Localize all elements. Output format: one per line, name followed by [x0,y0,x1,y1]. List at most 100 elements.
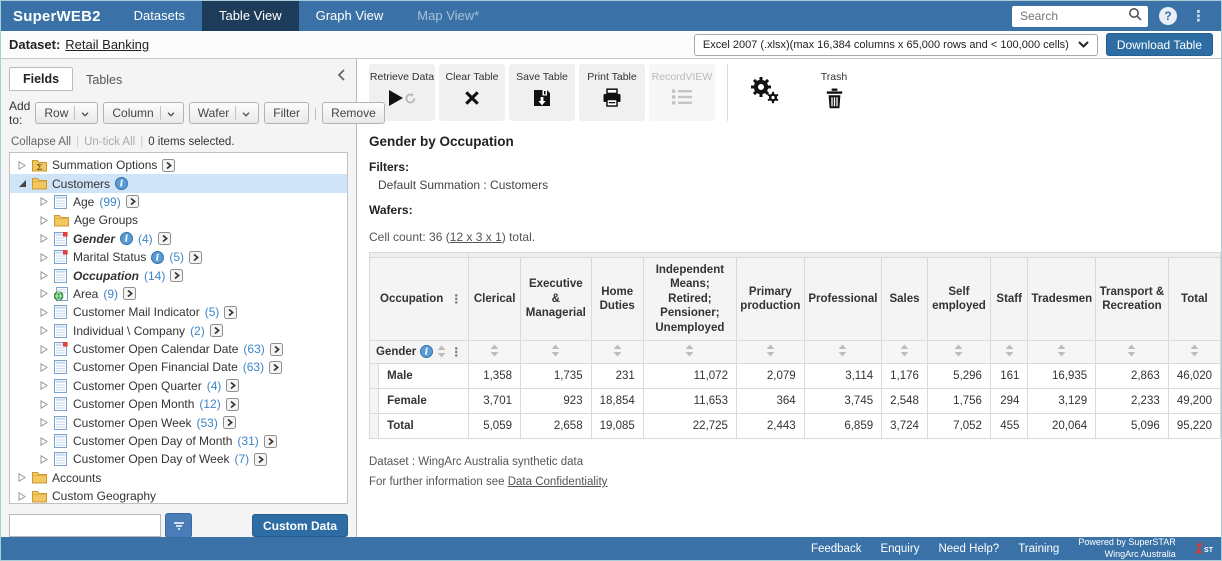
enquiry-link[interactable]: Enquiry [880,543,919,555]
tree-item-customer-open-financial-date[interactable]: Customer Open Financial Date(63) [10,358,347,376]
feedback-link[interactable]: Feedback [811,543,862,555]
add-to-row-button[interactable]: Row [35,102,98,124]
expand-node-icon[interactable] [39,437,49,446]
sort-control-tradesmen[interactable] [1028,340,1096,363]
add-to-filter-button[interactable]: Filter [264,102,309,124]
tree-item-individual-company[interactable]: Individual \ Company(2) [10,322,347,340]
open-field-icon[interactable] [162,159,175,172]
sort-control-sales[interactable] [882,340,928,363]
tree-item-customer-mail-indicator[interactable]: Customer Mail Indicator(5) [10,303,347,321]
expand-node-icon[interactable] [39,197,49,206]
info-icon[interactable]: i [115,177,128,190]
tab-table-view[interactable]: Table View [202,1,299,31]
open-field-icon[interactable] [158,232,171,245]
tree-item-age[interactable]: Age(99) [10,193,347,211]
expand-node-icon[interactable] [39,253,49,262]
download-table-button[interactable]: Download Table [1106,33,1213,56]
expand-node-icon[interactable] [17,161,27,170]
search-icon[interactable] [1128,7,1142,26]
open-field-icon[interactable] [270,343,283,356]
sidebar-collapse-icon[interactable] [337,68,345,86]
expand-node-icon[interactable] [39,381,49,390]
expand-node-icon[interactable] [39,289,49,298]
sort-control-independent-means-retired-pensioner-unemployed[interactable] [643,340,736,363]
expand-node-icon[interactable] [17,492,27,501]
row-menu-icon[interactable]: ⋮ [450,345,462,359]
overflow-menu-icon[interactable]: ⋮ [1188,7,1209,25]
column-menu-icon[interactable]: ⋮ [450,292,462,306]
sort-control-professional[interactable] [804,340,881,363]
info-icon[interactable]: i [420,345,433,358]
expand-node-icon[interactable] [39,271,49,280]
tree-item-summation-options[interactable]: ΣSummation Options [10,156,347,174]
expand-node-icon[interactable] [39,455,49,464]
sort-control-total[interactable] [1168,340,1220,363]
expand-node-icon[interactable] [39,326,49,335]
expand-node-icon[interactable] [39,234,49,243]
open-field-icon[interactable] [126,195,139,208]
open-field-icon[interactable] [226,379,239,392]
tree-item-customer-open-day-of-week[interactable]: Customer Open Day of Week(7) [10,450,347,468]
search-box[interactable] [1012,6,1148,27]
tree-item-customer-open-day-of-month[interactable]: Customer Open Day of Month(31) [10,432,347,450]
tree-item-customers[interactable]: Customersi [10,174,347,192]
untick-all-link[interactable]: Un-tick All [84,136,135,148]
expand-node-icon[interactable] [39,345,49,354]
sort-control-primary-production[interactable] [736,340,804,363]
open-field-icon[interactable] [210,324,223,337]
chevron-down-icon[interactable] [242,106,250,120]
info-icon[interactable]: i [120,232,133,245]
chevron-down-icon[interactable] [81,106,89,120]
add-to-wafer-button[interactable]: Wafer [189,102,260,124]
tree-item-accounts[interactable]: Accounts [10,469,347,487]
sort-control-transport-recreation[interactable] [1096,340,1169,363]
dataset-link[interactable]: Retail Banking [65,37,149,52]
need-help-link[interactable]: Need Help? [938,543,999,555]
collapse-all-link[interactable]: Collapse All [11,136,71,148]
add-to-column-button[interactable]: Column [103,102,183,124]
sort-control-home-duties[interactable] [591,340,643,363]
sort-control-staff[interactable] [990,340,1027,363]
clear-table-button[interactable]: Clear Table [439,64,505,121]
print-table-button[interactable]: Print Table [579,64,645,121]
tab-map-view[interactable]: Map View* [400,1,496,31]
tree-item-custom-geography[interactable]: Custom Geography [10,487,347,504]
export-format-select[interactable]: Excel 2007 (.xlsx)(max 16,384 columns x … [694,34,1098,56]
open-field-icon[interactable] [189,251,202,264]
sort-control-executive-managerial[interactable] [521,340,592,363]
sort-icon[interactable] [437,345,446,358]
sort-control-self-employed[interactable] [927,340,990,363]
expand-node-icon[interactable] [17,473,27,482]
tree-item-gender[interactable]: Genderi(4) [10,230,347,248]
open-field-icon[interactable] [123,287,136,300]
tree-item-customer-open-quarter[interactable]: Customer Open Quarter(4) [10,377,347,395]
save-table-button[interactable]: Save Table [509,64,575,121]
tree-item-area[interactable]: Area(9) [10,285,347,303]
sort-control-clerical[interactable] [469,340,521,363]
tree-item-marital-status[interactable]: Marital Statusi(5) [10,248,347,266]
info-icon[interactable]: i [151,251,164,264]
tree-item-customer-open-calendar-date[interactable]: Customer Open Calendar Date(63) [10,340,347,358]
collapse-node-icon[interactable] [17,179,27,188]
open-field-icon[interactable] [254,453,267,466]
open-field-icon[interactable] [224,306,237,319]
tree-filter-input[interactable] [9,514,161,537]
open-field-icon[interactable] [226,398,239,411]
expand-node-icon[interactable] [39,400,49,409]
tree-item-occupation[interactable]: Occupation(14) [10,266,347,284]
help-icon[interactable]: ? [1159,7,1177,25]
search-input[interactable] [1018,8,1128,24]
expand-node-icon[interactable] [39,308,49,317]
data-confidentiality-link[interactable]: Data Confidentiality [508,476,608,488]
expand-node-icon[interactable] [39,363,49,372]
table-options-button[interactable] [740,64,788,121]
training-link[interactable]: Training [1018,543,1059,555]
tab-tables[interactable]: Tables [73,69,135,91]
trash-button[interactable]: Trash [804,64,864,114]
open-field-icon[interactable] [223,416,236,429]
tree-item-age-groups[interactable]: Age Groups [10,211,347,229]
expand-node-icon[interactable] [39,418,49,427]
open-field-icon[interactable] [264,435,277,448]
open-field-icon[interactable] [170,269,183,282]
tab-fields[interactable]: Fields [9,67,73,91]
